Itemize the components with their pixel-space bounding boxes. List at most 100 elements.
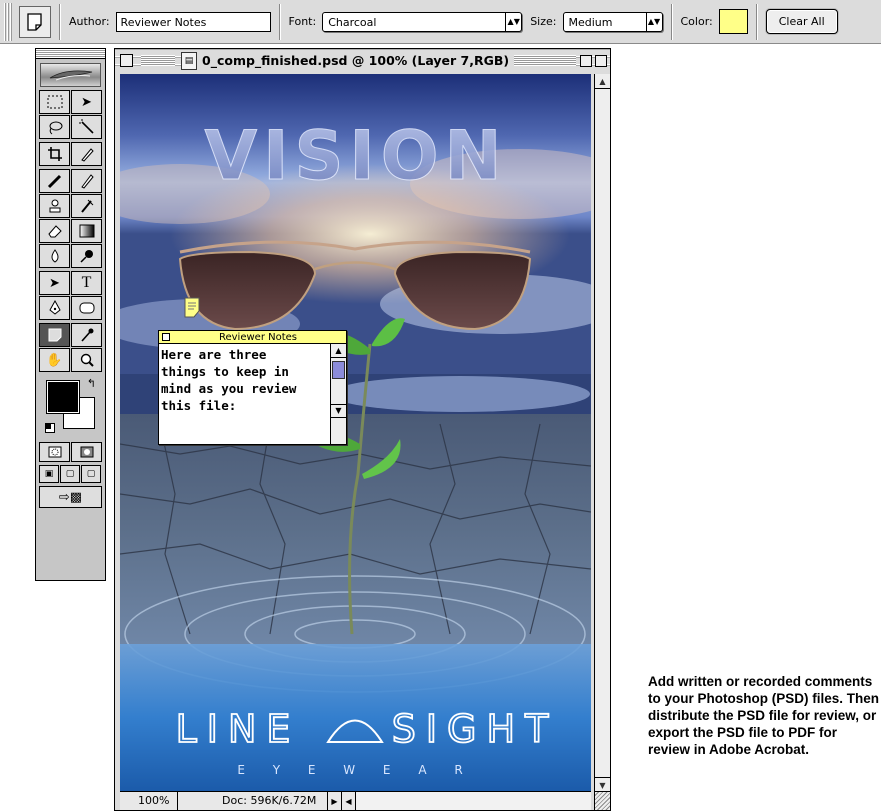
note-color-swatch[interactable] — [718, 9, 748, 34]
note-body-text[interactable]: Here are three things to keep in mind as… — [161, 346, 331, 414]
scroll-left-arrow-icon[interactable]: ◀ — [342, 792, 356, 810]
pencil-icon — [80, 174, 94, 189]
separator — [59, 3, 61, 40]
scroll-up-arrow-icon[interactable]: ▲ — [595, 74, 610, 89]
jump-to-imageready-button[interactable]: ⇨▩ — [39, 486, 102, 508]
document-title: 0_comp_finished.psd @ 100% (Layer 7,RGB) — [197, 53, 515, 68]
type-t-icon: T — [81, 274, 92, 291]
note-scroll-thumb[interactable] — [332, 361, 345, 379]
gradient-icon — [79, 224, 94, 238]
horizontal-scrollbar[interactable] — [356, 792, 591, 810]
standard-screen-button[interactable]: ▣ — [39, 465, 59, 483]
tool-preset-picker[interactable] — [19, 5, 51, 38]
lasso-tool[interactable] — [39, 115, 70, 139]
lasso-icon — [49, 121, 62, 135]
hand-tool[interactable]: ✋ — [39, 348, 70, 372]
note-scrollbar[interactable]: ▲ ▼ — [330, 344, 346, 444]
quick-mask-button[interactable] — [71, 442, 102, 462]
eyedropper-slice-icon — [80, 148, 94, 162]
doc-size-info[interactable]: Doc: 596K/6.72M — [178, 792, 328, 810]
crop-tool[interactable] — [39, 142, 70, 166]
zoom-box-icon[interactable] — [580, 54, 592, 67]
clone-stamp-tool[interactable] — [39, 194, 70, 218]
standard-mode-button[interactable] — [39, 442, 70, 462]
tool-group-select: ➤ — [36, 90, 105, 139]
jump-to-icon: ⇨▩ — [58, 489, 83, 505]
eye-feather-icon — [49, 70, 92, 81]
collapse-box-icon[interactable] — [595, 54, 607, 67]
brand-tagline-text: E Y E W E A R — [237, 763, 474, 777]
photoshop-logo[interactable] — [40, 63, 101, 87]
font-select-value: Charcoal — [328, 15, 377, 29]
note-scroll-up-icon[interactable]: ▲ — [331, 344, 346, 358]
clear-all-button[interactable]: Clear All — [765, 9, 838, 34]
note-scroll-down-icon[interactable]: ▼ — [331, 404, 346, 418]
history-brush-tool[interactable] — [71, 194, 102, 218]
marquee-tool[interactable] — [39, 90, 70, 114]
eyedropper-icon — [80, 328, 93, 342]
hand-icon: ✋ — [46, 352, 63, 368]
scroll-down-arrow-icon[interactable]: ▼ — [595, 777, 610, 792]
rounded-rect-icon — [79, 302, 94, 314]
document-title-bar[interactable]: ▤ 0_comp_finished.psd @ 100% (Layer 7,RG… — [115, 49, 610, 72]
type-tool[interactable]: T — [71, 271, 102, 295]
move-arrow-icon: ➤ — [81, 94, 92, 110]
shape-tool[interactable] — [71, 296, 102, 320]
vertical-scrollbar[interactable]: ▲ ▼ — [594, 74, 610, 792]
eraser-tool[interactable] — [39, 219, 70, 243]
options-bar: Author: Reviewer Notes Font: Charcoal ▲▼… — [0, 0, 881, 44]
close-box-icon[interactable] — [120, 54, 133, 67]
jump-to-group: ⇨▩ — [36, 486, 105, 508]
slice-tool[interactable] — [71, 142, 102, 166]
zoom-tool[interactable] — [71, 348, 102, 372]
options-bar-grip[interactable] — [4, 2, 13, 41]
note-annotation-icon[interactable] — [184, 297, 201, 318]
dodge-tool[interactable] — [71, 244, 102, 268]
magic-wand-tool[interactable] — [71, 115, 102, 139]
pen-nib-icon — [48, 300, 61, 315]
note-icon — [48, 328, 61, 342]
updown-arrows-icon: ▲▼ — [645, 12, 662, 31]
document-status-bar: 100% Doc: 596K/6.72M ▶ ◀ — [120, 791, 591, 810]
psd-file-icon: ▤ — [181, 51, 197, 70]
size-label: Size: — [530, 15, 557, 28]
headline-text: VISION — [205, 117, 508, 196]
history-brush-icon — [80, 199, 93, 213]
full-screen-button[interactable]: ▢ — [81, 465, 101, 483]
zoom-level[interactable]: 100% — [120, 792, 178, 810]
note-close-icon[interactable] — [162, 333, 170, 341]
status-menu-arrow-icon[interactable]: ▶ — [328, 792, 342, 810]
font-select[interactable]: Charcoal ▲▼ — [322, 11, 523, 32]
notes-tool[interactable] — [39, 323, 70, 347]
toolbox-palette: ➤ ➤ T ✋ ↰ ▣ ▢ ▢ ⇨▩ — [35, 48, 106, 581]
brush-tool[interactable] — [71, 169, 102, 193]
swap-colors-icon[interactable]: ↰ — [87, 377, 96, 390]
path-selection-tool[interactable]: ➤ — [39, 271, 70, 295]
tool-group-paint — [36, 169, 105, 268]
updown-arrows-icon: ▲▼ — [505, 12, 521, 31]
crop-icon — [47, 147, 62, 161]
full-screen-menu-button[interactable]: ▢ — [60, 465, 80, 483]
arrow-pointer-icon: ➤ — [49, 275, 60, 291]
foreground-color-swatch[interactable] — [46, 380, 80, 414]
author-field[interactable]: Reviewer Notes — [115, 11, 271, 32]
resize-grip-icon[interactable] — [594, 791, 610, 810]
reviewer-note-popup[interactable]: Reviewer Notes Here are three things to … — [158, 330, 347, 445]
eraser-icon — [47, 225, 62, 238]
size-select[interactable]: Medium ▲▼ — [562, 11, 663, 32]
magic-wand-icon — [79, 119, 94, 134]
screen-mode-group: ▣ ▢ ▢ — [36, 465, 105, 483]
blur-tool[interactable] — [39, 244, 70, 268]
note-title-bar[interactable]: Reviewer Notes — [159, 331, 346, 344]
healing-brush-tool[interactable] — [39, 169, 70, 193]
eyedropper-tool[interactable] — [71, 323, 102, 347]
bandage-icon — [47, 174, 61, 189]
gradient-tool[interactable] — [71, 219, 102, 243]
tool-group-annotate: ✋ — [36, 323, 105, 372]
move-tool[interactable]: ➤ — [71, 90, 102, 114]
separator — [755, 3, 758, 40]
pen-tool[interactable] — [39, 296, 70, 320]
feature-caption: Add written or recorded comments to your… — [648, 674, 879, 757]
default-colors-icon[interactable] — [45, 423, 55, 433]
toolbox-title-bar[interactable] — [36, 49, 105, 59]
